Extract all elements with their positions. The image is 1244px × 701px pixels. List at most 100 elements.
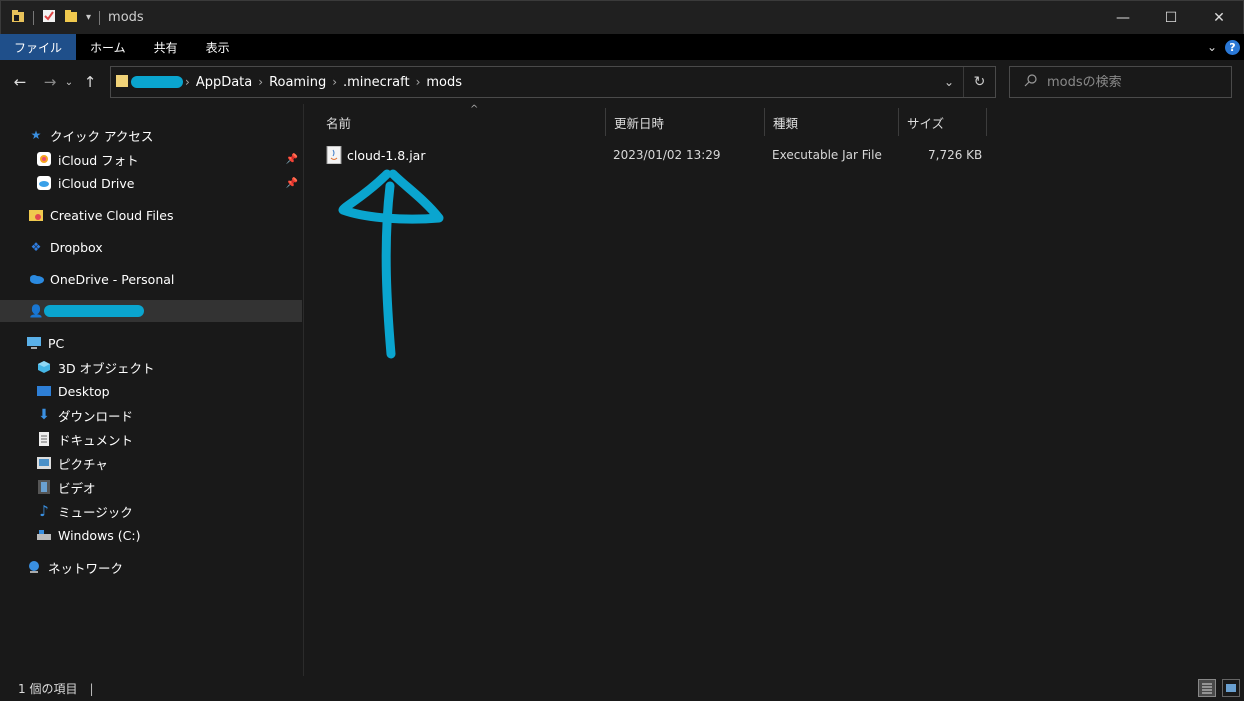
desktop-icon [36,383,52,399]
sidebar-item-videos[interactable]: ビデオ [0,476,302,498]
file-name: cloud-1.8.jar [347,147,426,163]
sidebar-item-3d-objects[interactable]: 3D オブジェクト [0,356,302,378]
sidebar-item-label: iCloud フォト [58,152,139,168]
up-arrow-icon[interactable]: ↑ [78,70,102,94]
separator [99,10,101,25]
column-label: サイズ [907,115,945,131]
status-bar: 1 個の項目 | [0,676,1244,701]
pc-monitor-icon [26,335,42,351]
large-icons-view-icon[interactable] [1222,679,1240,697]
file-size: 7,726 KB [928,148,983,162]
annotation-arrow [338,169,444,359]
sidebar-item-label: クイック アクセス [50,128,154,144]
help-icon[interactable]: ? [1225,39,1240,55]
sidebar-item-label: iCloud Drive [58,175,135,191]
crumb-mods[interactable]: mods [420,75,468,90]
sidebar-item-icloud-photos[interactable]: iCloud フォト 📌 [0,148,302,170]
redacted-username [44,305,144,317]
address-bar[interactable]: › AppData › Roaming › .minecraft › mods … [110,66,996,98]
address-dropdown-icon[interactable]: ⌄ [935,75,963,89]
crumb-roaming[interactable]: Roaming [263,75,332,90]
tab-share[interactable]: 共有 [140,34,192,60]
ribbon-tabs: ファイル ホーム 共有 表示 ⌄ ? [0,34,1244,60]
quick-access-dropdown-icon[interactable]: ▾ [86,12,91,23]
refresh-icon[interactable]: ↻ [963,67,995,97]
address-row: ← → ⌄ ↑ › AppData › Roaming › .minecraft… [0,60,1244,104]
maximize-button[interactable]: ☐ [1147,1,1195,35]
file-list: ^ 名前 更新日時 種類 サイズ cloud-1.8.jar 2023/01/0… [305,104,1244,676]
sidebar-item-user-folder[interactable]: 👤 [0,300,302,322]
tab-view[interactable]: 表示 [192,34,244,60]
window-title: mods [108,10,144,25]
folder-pin-icon [11,9,25,26]
column-header-type[interactable]: 種類 [765,108,899,136]
tab-home[interactable]: ホーム [76,34,140,60]
sidebar-item-label: ミュージック [58,504,133,520]
star-icon: ★ [30,128,42,142]
sidebar-item-music[interactable]: ♪ ミュージック [0,500,302,522]
separator [33,10,34,25]
navigation-pane: ★ クイック アクセス iCloud フォト 📌 iCloud Drive 📌 … [0,104,304,676]
sidebar-item-label: ビデオ [58,480,96,496]
item-count: 1 個の項目 [18,682,78,696]
close-button[interactable]: ✕ [1195,1,1243,35]
sidebar-item-quick-access[interactable]: ★ クイック アクセス [0,124,302,146]
minimize-button[interactable]: — [1099,1,1147,35]
sidebar-item-desktop[interactable]: Desktop [0,380,302,402]
sidebar-item-label: Windows (C:) [58,527,141,543]
sidebar-item-pc[interactable]: PC [0,332,302,354]
file-name-cell[interactable]: cloud-1.8.jar [326,144,426,166]
column-label: 更新日時 [614,115,665,131]
column-header-size[interactable]: サイズ [899,108,987,136]
sidebar-item-label: Desktop [58,383,110,399]
sidebar-item-label: ピクチャ [58,456,108,472]
sidebar-item-downloads[interactable]: ⬇ ダウンロード [0,404,302,426]
search-input[interactable] [1047,74,1217,90]
search-box[interactable] [1009,66,1232,98]
download-arrow-icon: ⬇ [38,407,50,423]
expand-ribbon-icon[interactable]: ⌄ [1207,40,1217,54]
sidebar-item-network[interactable]: ネットワーク [0,556,302,578]
sidebar-item-windows-c[interactable]: Windows (C:) [0,524,302,546]
sidebar-item-label: OneDrive - Personal [50,271,175,287]
separator: | [89,681,94,696]
forward-arrow-icon[interactable]: → [38,70,62,94]
column-header-modified[interactable]: 更新日時 [606,108,765,136]
new-folder-icon[interactable] [64,9,78,26]
sidebar-item-dropbox[interactable]: ❖ Dropbox [0,236,302,258]
back-arrow-icon[interactable]: ← [8,70,32,94]
properties-icon[interactable] [42,9,56,26]
crumb-appdata[interactable]: AppData [190,75,258,90]
film-icon [36,479,52,495]
jar-file-icon [326,146,342,164]
sidebar-item-documents[interactable]: ドキュメント [0,428,302,450]
title-bar: ▾ mods — ☐ ✕ [0,0,1244,34]
column-label: 種類 [773,115,799,131]
redacted-username [131,76,183,88]
file-modified: 2023/01/02 13:29 [613,148,721,162]
picture-icon [36,455,52,471]
sidebar-item-label: ドキュメント [58,432,134,448]
user-icon: 👤 [28,304,44,318]
onedrive-cloud-icon [28,271,44,287]
cube-icon [36,359,52,375]
file-type: Executable Jar File [772,148,882,162]
details-view-icon[interactable] [1198,679,1216,697]
crumb-minecraft[interactable]: .minecraft [337,75,416,90]
pin-icon: 📌 [285,153,298,165]
sidebar-item-creative-cloud[interactable]: Creative Cloud Files [0,204,302,226]
sidebar-item-icloud-drive[interactable]: iCloud Drive 📌 [0,172,302,194]
recent-locations-chevron-icon[interactable]: ⌄ [62,70,76,94]
column-label: 名前 [326,115,352,131]
column-header-name[interactable]: ^ 名前 [318,104,606,136]
sidebar-item-label: Creative Cloud Files [50,207,174,223]
folder-icon [115,73,129,92]
music-note-icon: ♪ [39,502,49,520]
sidebar-item-pictures[interactable]: ピクチャ [0,452,302,474]
tab-file[interactable]: ファイル [0,34,77,60]
pin-icon: 📌 [285,177,298,189]
sidebar-item-onedrive[interactable]: OneDrive - Personal [0,268,302,290]
document-icon [36,431,52,447]
sort-ascending-icon: ^ [470,104,479,115]
sidebar-item-label: ネットワーク [48,560,124,576]
